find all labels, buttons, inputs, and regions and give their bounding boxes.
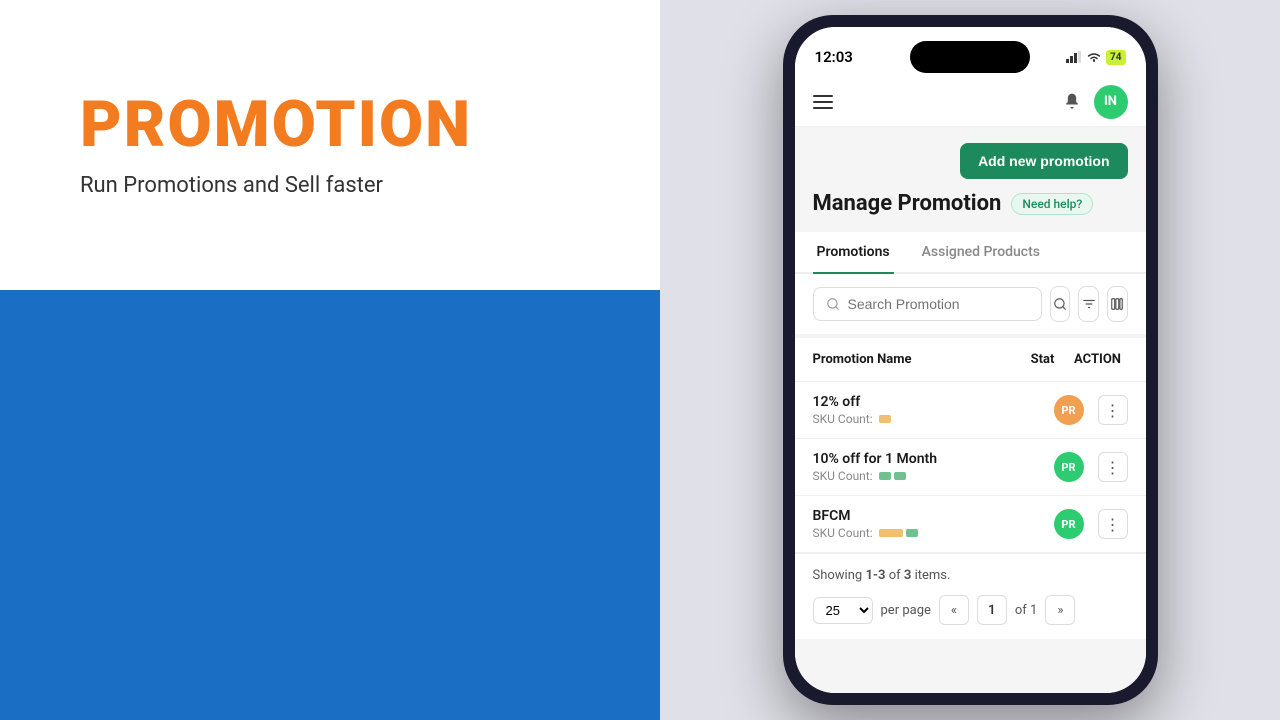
status-icons: 74 xyxy=(1066,50,1125,65)
notification-icon[interactable] xyxy=(1062,92,1082,112)
sku-dots xyxy=(879,472,906,480)
sku-dots xyxy=(879,529,918,537)
nav-right: IN xyxy=(1062,85,1128,119)
add-promotion-button[interactable]: Add new promotion xyxy=(960,143,1127,179)
row-promotion-name: 10% off for 1 Month xyxy=(813,451,1054,467)
action-menu-button[interactable]: ⋮ xyxy=(1098,509,1128,539)
showing-text: Showing 1-3 of 3 items. xyxy=(813,568,1128,583)
per-page-label: per page xyxy=(881,603,931,618)
table-header: Promotion Name Stat ACTION xyxy=(795,338,1146,382)
table-area: Promotion Name Stat ACTION 12% off SKU C… xyxy=(795,338,1146,553)
status-time: 12:03 xyxy=(815,48,853,66)
row-promotion-name: 12% off xyxy=(813,394,1054,410)
table-row: 10% off for 1 Month SKU Count: PR ⋮ xyxy=(795,439,1146,496)
row-promotion-name: BFCM xyxy=(813,508,1054,524)
left-bottom-section xyxy=(0,290,660,720)
hamburger-menu[interactable] xyxy=(813,95,833,109)
of-pages-text: of 1 xyxy=(1015,603,1037,618)
phone-screen: 12:03 74 xyxy=(795,27,1146,693)
nav-bar: IN xyxy=(795,77,1146,127)
help-badge[interactable]: Need help? xyxy=(1011,193,1093,215)
promo-title: PROMOTION xyxy=(80,93,580,157)
sku-dot xyxy=(879,529,903,537)
action-menu-button[interactable]: ⋮ xyxy=(1098,395,1128,425)
left-top-section: PROMOTION Run Promotions and Sell faster xyxy=(0,0,660,290)
row-sku: SKU Count: xyxy=(813,412,1054,426)
status-bar: 12:03 74 xyxy=(795,27,1146,77)
sku-dot xyxy=(906,529,918,537)
right-panel: 12:03 74 xyxy=(660,0,1280,720)
phone-frame: 12:03 74 xyxy=(783,15,1158,705)
search-btn-icon xyxy=(1053,297,1067,311)
sku-dot xyxy=(894,472,906,480)
battery-badge: 74 xyxy=(1106,50,1125,65)
status-badge: PR xyxy=(1054,395,1084,425)
search-area xyxy=(795,274,1146,334)
col-header-name: Promotion Name xyxy=(813,352,1018,367)
last-page-button[interactable]: » xyxy=(1045,595,1075,625)
sku-dot xyxy=(879,472,891,480)
search-box xyxy=(813,287,1042,321)
per-page-select[interactable]: 25 50 100 xyxy=(813,597,873,624)
pagination-area: Showing 1-3 of 3 items. 25 50 100 per pa… xyxy=(795,553,1146,639)
filter-button[interactable] xyxy=(1078,286,1099,322)
page-title-row: Manage Promotion Need help? xyxy=(813,191,1128,216)
col-header-status: Stat xyxy=(1018,352,1068,367)
table-row: 12% off SKU Count: PR ⋮ xyxy=(795,382,1146,439)
first-page-button[interactable]: « xyxy=(939,595,969,625)
columns-button[interactable] xyxy=(1107,286,1128,322)
header-top: Add new promotion xyxy=(813,143,1128,179)
row-info: 12% off SKU Count: xyxy=(813,394,1054,426)
tab-assigned-products[interactable]: Assigned Products xyxy=(918,232,1044,274)
row-info: BFCM SKU Count: xyxy=(813,508,1054,540)
sku-dot xyxy=(879,415,891,423)
current-page: 1 xyxy=(977,595,1007,625)
header-area: Add new promotion Manage Promotion Need … xyxy=(795,127,1146,224)
page-controls: 25 50 100 per page « 1 of 1 » xyxy=(813,595,1128,625)
promo-subtitle: Run Promotions and Sell faster xyxy=(80,173,580,198)
row-sku: SKU Count: xyxy=(813,469,1054,483)
filter-icon xyxy=(1082,297,1096,311)
wifi-icon xyxy=(1086,51,1102,63)
user-avatar[interactable]: IN xyxy=(1094,85,1128,119)
col-header-action: ACTION xyxy=(1068,352,1128,367)
tabs-bar: Promotions Assigned Products xyxy=(795,232,1146,274)
row-sku: SKU Count: xyxy=(813,526,1054,540)
page-title: Manage Promotion xyxy=(813,191,1002,216)
sku-dots xyxy=(879,415,891,423)
tab-promotions[interactable]: Promotions xyxy=(813,232,894,274)
search-button[interactable] xyxy=(1050,286,1071,322)
left-panel: PROMOTION Run Promotions and Sell faster xyxy=(0,0,660,720)
dynamic-island xyxy=(910,41,1030,73)
action-menu-button[interactable]: ⋮ xyxy=(1098,452,1128,482)
table-row: BFCM SKU Count: PR ⋮ xyxy=(795,496,1146,553)
search-icon xyxy=(826,297,840,311)
main-content: Add new promotion Manage Promotion Need … xyxy=(795,127,1146,693)
status-badge: PR xyxy=(1054,452,1084,482)
columns-icon xyxy=(1110,297,1124,311)
status-badge: PR xyxy=(1054,509,1084,539)
row-info: 10% off for 1 Month SKU Count: xyxy=(813,451,1054,483)
signal-icon xyxy=(1066,51,1082,63)
search-input[interactable] xyxy=(848,296,1029,312)
